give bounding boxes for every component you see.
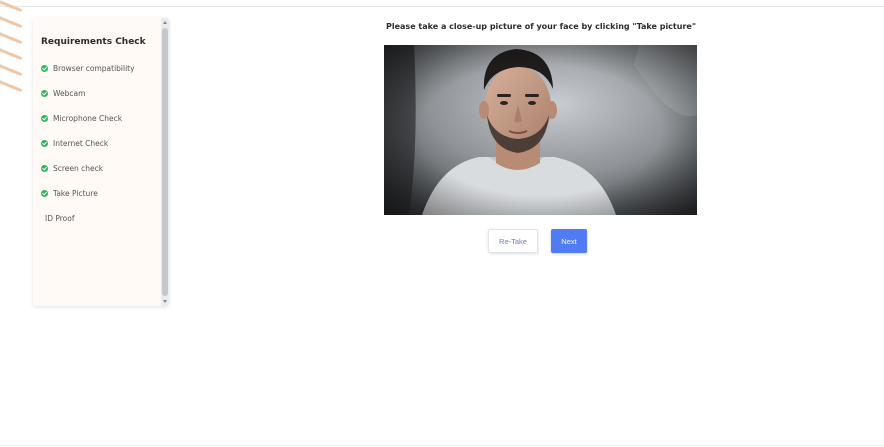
scroll-up-arrow-icon[interactable] [163, 21, 167, 24]
check-circle-icon [41, 64, 48, 72]
captured-face-photo [384, 45, 697, 215]
bottom-divider [0, 445, 884, 446]
requirement-item-take-picture: Take Picture [41, 187, 98, 199]
scrollbar-thumb[interactable] [162, 28, 168, 296]
requirement-label: ID Proof [45, 213, 75, 223]
requirement-label: Screen check [53, 163, 104, 173]
requirements-title: Requirements Check [41, 37, 146, 47]
requirement-item-id-proof: ID Proof [45, 212, 75, 224]
top-divider [0, 6, 884, 7]
requirement-item-internet: Internet Check [41, 137, 108, 149]
requirement-label: Internet Check [53, 138, 109, 148]
scroll-down-arrow-icon[interactable] [163, 300, 167, 303]
next-button[interactable]: Next [551, 229, 587, 253]
panel-scrollbar[interactable] [161, 18, 169, 306]
capture-instruction: Please take a close-up picture of your f… [386, 22, 696, 31]
requirement-label: Browser compatibility [53, 63, 135, 73]
check-circle-icon [41, 164, 48, 172]
portrait-image [384, 45, 697, 215]
check-circle-icon [41, 139, 48, 147]
requirement-item-screen: Screen check [41, 162, 103, 174]
requirement-item-webcam: Webcam [41, 87, 85, 99]
check-circle-icon [41, 189, 48, 197]
requirement-item-browser: Browser compatibility [41, 62, 135, 74]
decorative-stripes [0, 0, 23, 96]
requirement-item-microphone: Microphone Check [41, 112, 122, 124]
requirement-label: Webcam [53, 88, 86, 98]
requirement-label: Take Picture [53, 188, 98, 198]
requirement-label: Microphone Check [53, 113, 123, 123]
retake-button[interactable]: Re-Take [488, 229, 538, 253]
check-circle-icon [41, 89, 48, 97]
requirements-panel: Requirements Check Browser compatibility… [33, 18, 169, 306]
check-circle-icon [41, 114, 48, 122]
